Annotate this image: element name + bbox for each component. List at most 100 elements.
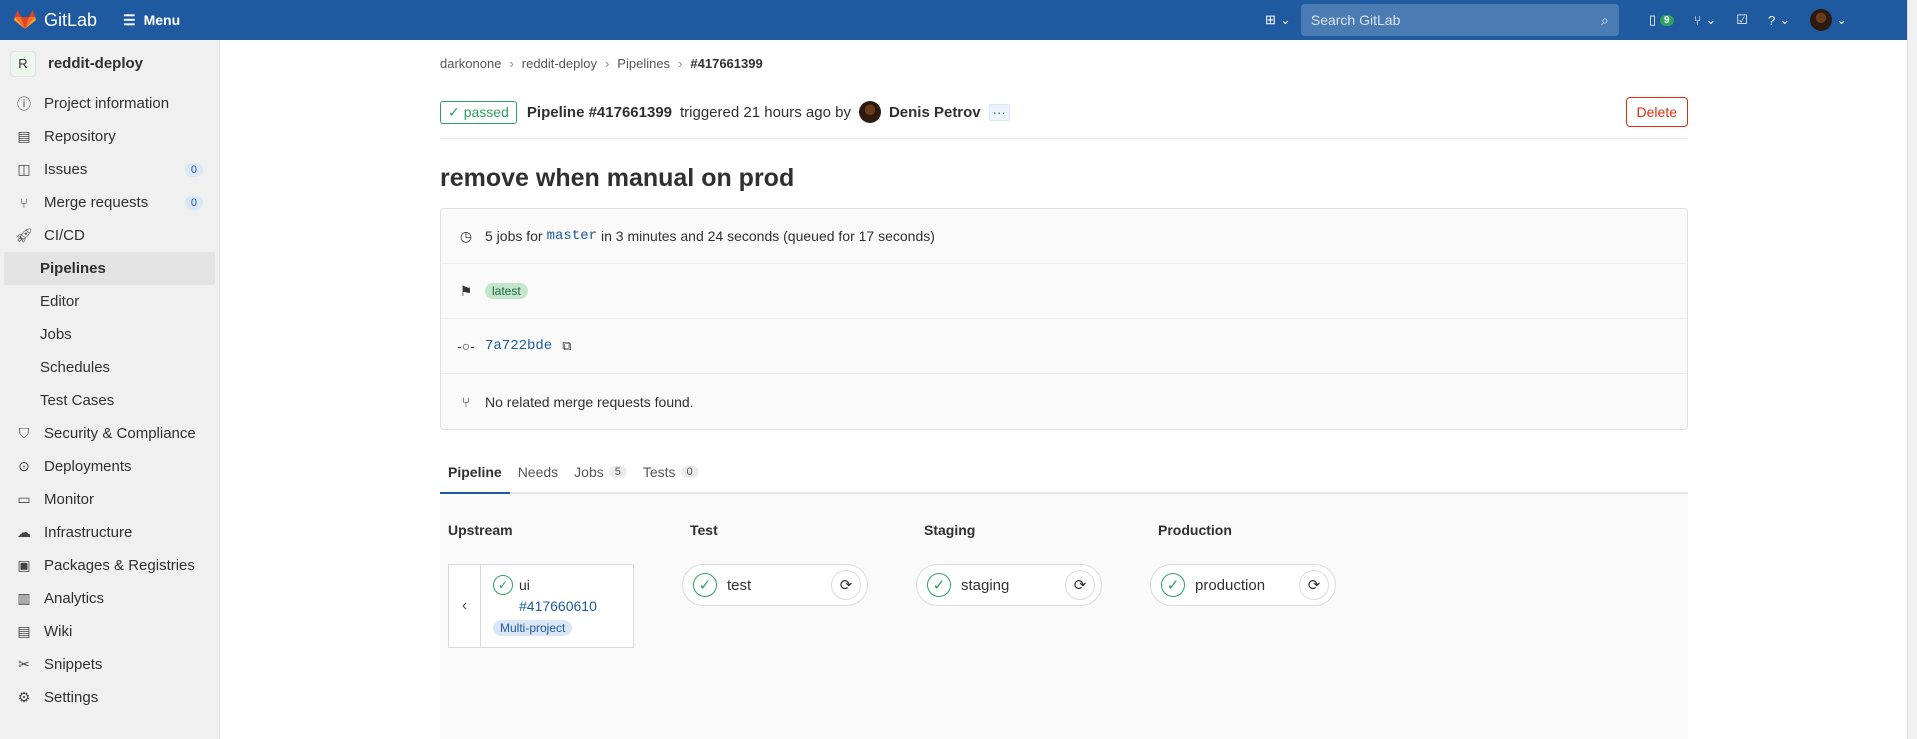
sidebar-item-label: Security & Compliance <box>44 425 196 442</box>
breadcrumb-item[interactable]: darkonone <box>440 56 501 71</box>
question-icon: ? <box>1767 12 1776 28</box>
page-scrollbar[interactable] <box>1907 0 1917 739</box>
menu-button[interactable]: ☰ Menu <box>123 12 180 29</box>
more-ellipsis-icon[interactable]: ··· <box>988 103 1010 121</box>
author-name[interactable]: Denis Petrov <box>889 104 981 121</box>
package-icon: ▣ <box>17 557 31 573</box>
issues-button[interactable]: ▯ 9 <box>1649 12 1674 28</box>
sidebar-item-label: CI/CD <box>44 227 85 244</box>
success-status-icon: ✓ <box>493 575 513 595</box>
gitlab-logo[interactable]: GitLab <box>14 10 97 31</box>
sidebar-item-ci-cd[interactable]: 🚀︎ CI/CD <box>0 219 219 252</box>
job-test[interactable]: ✓ test ⟳ <box>682 564 868 606</box>
user-menu-button[interactable]: ⌄ <box>1810 9 1847 31</box>
sidebar-item-wiki[interactable]: ▤ Wiki <box>0 615 219 648</box>
tab-label: Tests <box>642 464 676 480</box>
sidebar-item-test-cases[interactable]: Test Cases <box>0 384 219 417</box>
deployments-icon: ⊙ <box>18 458 30 474</box>
tab-pipeline[interactable]: Pipeline <box>440 464 510 494</box>
sidebar-item-schedules[interactable]: Schedules <box>0 351 219 384</box>
sidebar-item-repository[interactable]: ▤ Repository <box>0 120 219 153</box>
sidebar-item-jobs[interactable]: Jobs <box>0 318 219 351</box>
project-avatar: R <box>10 50 36 77</box>
stage-title-staging: Staging <box>924 522 976 538</box>
sidebar-item-label: Editor <box>40 293 80 310</box>
breadcrumb-item[interactable]: Pipelines <box>617 56 670 71</box>
tab-needs[interactable]: Needs <box>510 464 566 492</box>
sidebar-item-packages-registries[interactable]: ▣ Packages & Registries <box>0 549 219 582</box>
book-icon: ▤ <box>17 128 31 144</box>
status-badge[interactable]: ✓ passed <box>440 100 517 124</box>
breadcrumb-current[interactable]: #417661399 <box>690 56 762 71</box>
upstream-pipeline-link[interactable]: #417660610 <box>519 598 597 614</box>
chevron-right-icon: › <box>604 55 610 71</box>
sidebar-item-label: Snippets <box>44 656 103 673</box>
monitor-icon: ▭ <box>17 491 31 507</box>
sidebar-item-label: Schedules <box>40 359 111 376</box>
job-production[interactable]: ✓ production ⟳ <box>1150 564 1336 606</box>
stage-title-test: Test <box>690 522 718 538</box>
retry-icon[interactable]: ⟳ <box>1299 570 1329 600</box>
sidebar-item-editor[interactable]: Editor <box>0 285 219 318</box>
new-dropdown-button[interactable]: ⊞ ⌄ <box>1265 12 1291 28</box>
delete-button[interactable]: Delete <box>1625 97 1688 127</box>
breadcrumb-item[interactable]: reddit-deploy <box>522 56 597 71</box>
triggered-text: triggered 21 hours ago by <box>680 103 851 121</box>
pipeline-info-box: ◷ 5 jobs for master in 3 minutes and 24 … <box>440 208 1688 430</box>
retry-icon[interactable]: ⟳ <box>831 570 861 600</box>
help-button[interactable]: ? ⌄ <box>1768 12 1790 28</box>
flag-icon: ⚑ <box>459 282 473 299</box>
merge-requests-count: 0 <box>184 195 203 210</box>
search-placeholder: Search GitLab <box>1310 12 1401 28</box>
job-name: production <box>1195 576 1266 594</box>
sidebar-item-monitor[interactable]: ▭ Monitor <box>0 483 219 516</box>
merge-request-row: ⑂ No related merge requests found. <box>441 374 1687 429</box>
tab-label: Pipeline <box>448 464 502 480</box>
upstream-project-name: ui <box>519 577 530 593</box>
sidebar-item-label: Jobs <box>40 326 72 343</box>
chevron-down-icon: ⌄ <box>1779 12 1791 27</box>
sidebar-item-project-information[interactable]: ⓘ Project information <box>0 87 219 120</box>
sidebar-item-deployments[interactable]: ⊙ Deployments <box>0 450 219 483</box>
sidebar-item-merge-requests[interactable]: ⑂ Merge requests 0 <box>0 186 219 219</box>
tab-count: 0 <box>680 466 699 478</box>
merge-request-icon: ⑂ <box>461 393 471 410</box>
job-staging[interactable]: ✓ staging ⟳ <box>916 564 1102 606</box>
sidebar-item-label: Infrastructure <box>44 524 133 541</box>
sidebar-item-pipelines[interactable]: Pipelines <box>4 252 215 285</box>
tab-label: Needs <box>517 464 559 480</box>
stage-title-production: Production <box>1158 522 1232 538</box>
sidebar-item-label: Test Cases <box>40 392 115 409</box>
tab-tests[interactable]: Tests 0 <box>635 464 707 492</box>
success-status-icon: ✓ <box>1161 573 1185 597</box>
project-name: reddit-deploy <box>48 55 144 72</box>
upstream-pipeline-card[interactable]: ‹ ✓ ui #417660610 Multi-project <box>448 564 634 648</box>
sidebar-item-settings[interactable]: ⚙︎ Settings <box>0 681 219 714</box>
sidebar-item-label: Monitor <box>44 491 95 508</box>
chevron-down-icon: ⌄ <box>1836 12 1847 27</box>
pipeline-graph: Upstream Test Staging Production ‹ ✓ ui … <box>440 494 1688 739</box>
todos-button[interactable]: ☑ <box>1736 12 1748 28</box>
sidebar-item-snippets[interactable]: ✂︎ Snippets <box>0 648 219 681</box>
project-header[interactable]: R reddit-deploy <box>0 40 219 87</box>
commit-icon: -○- <box>457 338 475 354</box>
chevron-right-icon: › <box>678 55 683 71</box>
jobs-prefix: 5 jobs for <box>485 228 543 244</box>
search-input[interactable]: Search GitLab ⌕ <box>1300 4 1619 36</box>
merge-requests-button[interactable]: ⑂ ⌄ <box>1694 12 1717 28</box>
sidebar-item-infrastructure[interactable]: ☁︎ Infrastructure <box>0 516 219 549</box>
sidebar-item-issues[interactable]: ◫ Issues 0 <box>0 153 219 186</box>
tab-label: Jobs <box>574 464 604 480</box>
tab-jobs[interactable]: Jobs 5 <box>566 464 635 492</box>
chevron-left-icon[interactable]: ‹ <box>449 565 481 647</box>
copy-icon[interactable]: ⧉ <box>562 338 571 354</box>
retry-icon[interactable]: ⟳ <box>1065 570 1095 600</box>
branch-link[interactable]: master <box>547 228 597 244</box>
menu-label: Menu <box>143 12 181 28</box>
issues-icon: ◫ <box>17 161 31 177</box>
sidebar-item-analytics[interactable]: ▥ Analytics <box>0 582 219 615</box>
sidebar-item-security-compliance[interactable]: ⛉ Security & Compliance <box>0 417 219 450</box>
commit-sha-link[interactable]: 7a722bde <box>485 338 552 354</box>
author-avatar <box>858 101 881 123</box>
tag-row: ⚑ latest <box>441 264 1687 319</box>
